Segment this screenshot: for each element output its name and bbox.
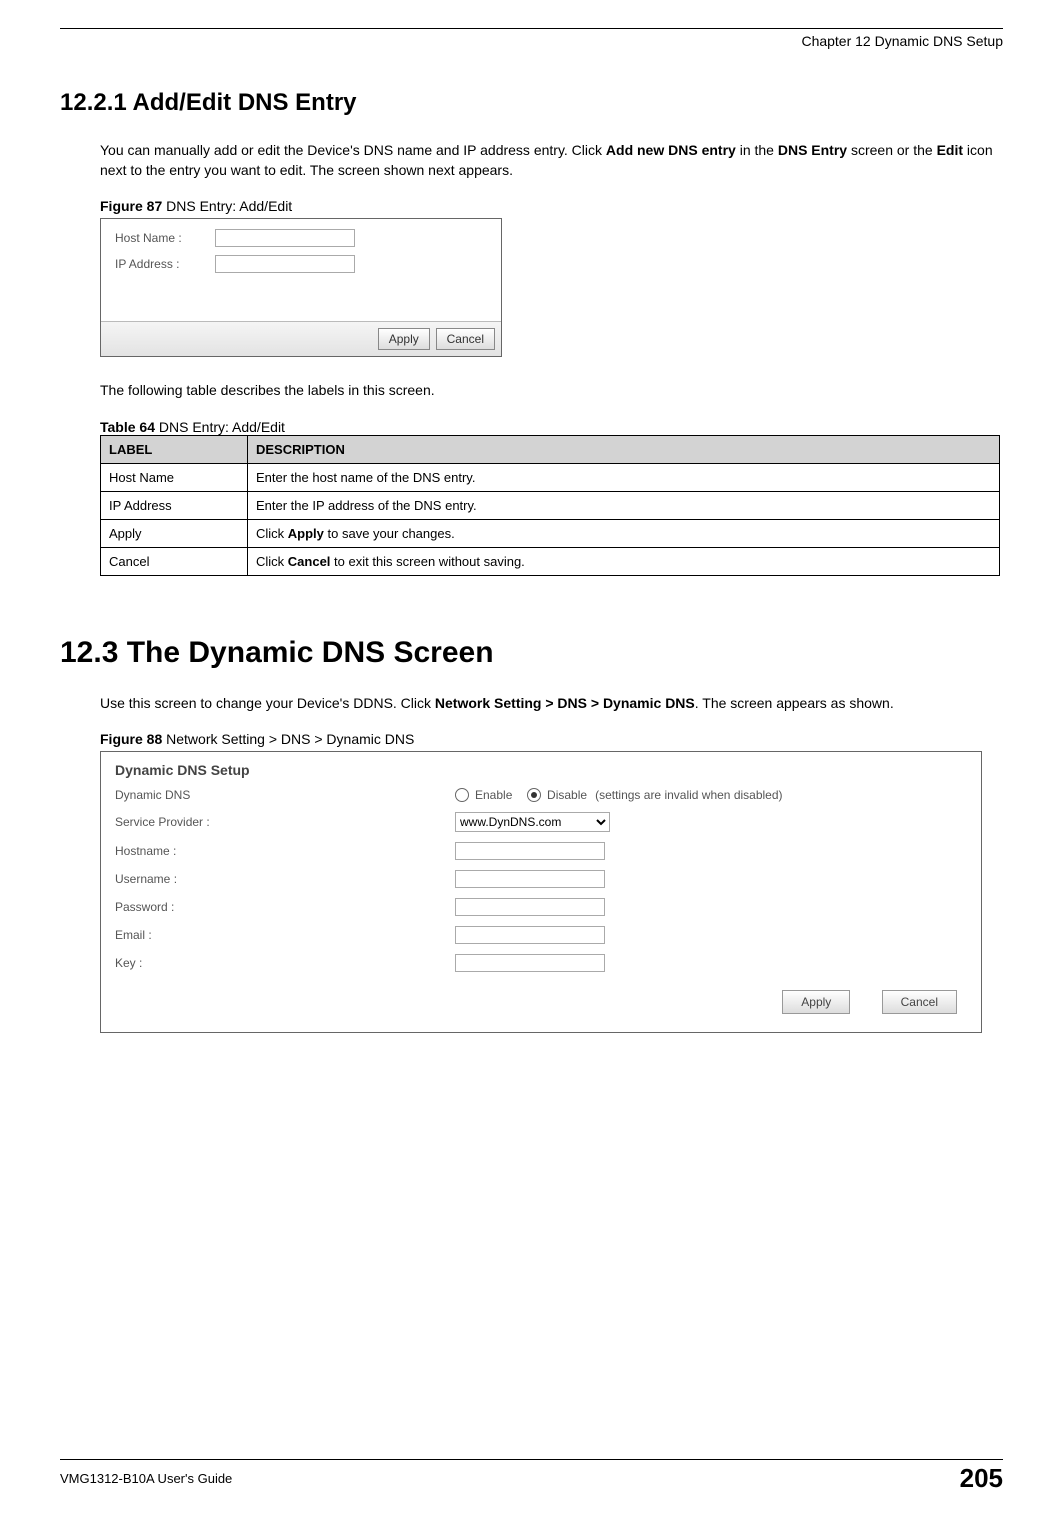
figure-title: DNS Entry: Add/Edit bbox=[162, 198, 292, 214]
text: . The screen appears as shown. bbox=[695, 695, 894, 711]
section-heading-12-2-1: 12.2.1 Add/Edit DNS Entry bbox=[60, 89, 1003, 117]
hostname-label: Host Name : bbox=[115, 231, 215, 245]
td-label: IP Address bbox=[101, 491, 248, 519]
key-input[interactable] bbox=[455, 954, 605, 972]
ipaddress-label: IP Address : bbox=[115, 257, 215, 271]
table-header-row: LABEL DESCRIPTION bbox=[101, 435, 1000, 463]
password-label: Password : bbox=[115, 900, 455, 914]
bold-text: Edit bbox=[937, 142, 963, 158]
table-label: Table 64 bbox=[100, 419, 155, 435]
table-title: DNS Entry: Add/Edit bbox=[155, 419, 285, 435]
apply-button[interactable]: Apply bbox=[782, 990, 850, 1014]
figure-title: Network Setting > DNS > Dynamic DNS bbox=[162, 731, 414, 747]
td-desc: Click Apply to save your changes. bbox=[248, 519, 1000, 547]
table-row: Apply Click Apply to save your changes. bbox=[101, 519, 1000, 547]
email-label: Email : bbox=[115, 928, 455, 942]
hostname-input[interactable] bbox=[455, 842, 605, 860]
table-intro-text: The following table describes the labels… bbox=[100, 381, 1003, 401]
enable-radio-label: Enable bbox=[475, 788, 512, 802]
chapter-header: Chapter 12 Dynamic DNS Setup bbox=[60, 33, 1003, 49]
th-label: LABEL bbox=[101, 435, 248, 463]
table-64-caption: Table 64 DNS Entry: Add/Edit bbox=[100, 419, 1003, 435]
text: You can manually add or edit the Device'… bbox=[100, 142, 606, 158]
table-row: Host Name Enter the host name of the DNS… bbox=[101, 463, 1000, 491]
section-heading-12-3: 12.3 The Dynamic DNS Screen bbox=[60, 636, 1003, 670]
text: in the bbox=[736, 142, 778, 158]
hostname-input[interactable] bbox=[215, 229, 355, 247]
figure-88-caption: Figure 88 Network Setting > DNS > Dynami… bbox=[100, 731, 1003, 747]
username-input[interactable] bbox=[455, 870, 605, 888]
section-12-2-1-paragraph: You can manually add or edit the Device'… bbox=[100, 141, 1003, 180]
table-row: Cancel Click Cancel to exit this screen … bbox=[101, 547, 1000, 575]
cancel-button[interactable]: Cancel bbox=[882, 990, 957, 1014]
panel-title: Dynamic DNS Setup bbox=[115, 762, 967, 778]
table-64: LABEL DESCRIPTION Host Name Enter the ho… bbox=[100, 435, 1000, 576]
cancel-button[interactable]: Cancel bbox=[436, 328, 495, 350]
disable-radio-label: Disable bbox=[547, 788, 587, 802]
disable-hint: (settings are invalid when disabled) bbox=[595, 788, 782, 802]
figure-87-caption: Figure 87 DNS Entry: Add/Edit bbox=[100, 198, 1003, 214]
figure-label: Figure 87 bbox=[100, 198, 162, 214]
td-desc: Click Cancel to exit this screen without… bbox=[248, 547, 1000, 575]
page-number: 205 bbox=[960, 1463, 1003, 1494]
dynamicdns-label: Dynamic DNS bbox=[115, 788, 455, 802]
section-12-3-paragraph: Use this screen to change your Device's … bbox=[100, 694, 1003, 714]
td-label: Host Name bbox=[101, 463, 248, 491]
service-provider-label: Service Provider : bbox=[115, 815, 455, 829]
table-row: IP Address Enter the IP address of the D… bbox=[101, 491, 1000, 519]
hostname-label: Hostname : bbox=[115, 844, 455, 858]
ipaddress-input[interactable] bbox=[215, 255, 355, 273]
figure-label: Figure 88 bbox=[100, 731, 162, 747]
disable-radio[interactable] bbox=[527, 788, 541, 802]
key-label: Key : bbox=[115, 956, 455, 970]
bold-text: DNS Entry bbox=[778, 142, 847, 158]
bold-text: Add new DNS entry bbox=[606, 142, 736, 158]
email-input[interactable] bbox=[455, 926, 605, 944]
td-desc: Enter the IP address of the DNS entry. bbox=[248, 491, 1000, 519]
username-label: Username : bbox=[115, 872, 455, 886]
td-desc: Enter the host name of the DNS entry. bbox=[248, 463, 1000, 491]
td-label: Cancel bbox=[101, 547, 248, 575]
figure-87-screenshot: Host Name : IP Address : Apply Cancel bbox=[100, 218, 502, 357]
text: screen or the bbox=[847, 142, 937, 158]
password-input[interactable] bbox=[455, 898, 605, 916]
apply-button[interactable]: Apply bbox=[378, 328, 430, 350]
td-label: Apply bbox=[101, 519, 248, 547]
th-description: DESCRIPTION bbox=[248, 435, 1000, 463]
text: Use this screen to change your Device's … bbox=[100, 695, 435, 711]
figure-88-screenshot: Dynamic DNS Setup Dynamic DNS Enable Dis… bbox=[100, 751, 982, 1033]
service-provider-select[interactable]: www.DynDNS.com bbox=[455, 812, 610, 832]
footer-guide: VMG1312-B10A User's Guide bbox=[60, 1471, 232, 1486]
bold-text: Network Setting > DNS > Dynamic DNS bbox=[435, 695, 695, 711]
enable-radio[interactable] bbox=[455, 788, 469, 802]
